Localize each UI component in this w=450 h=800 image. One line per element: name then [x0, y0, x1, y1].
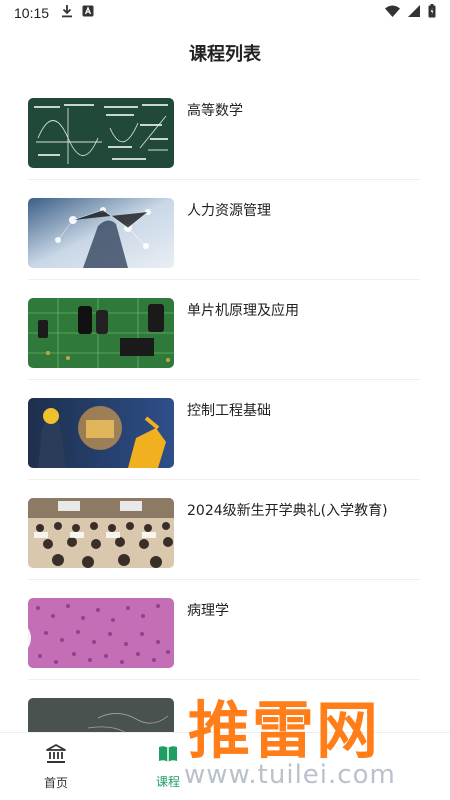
app-header: 课程列表: [0, 26, 450, 80]
tab-courses-label: 课程: [155, 774, 180, 789]
course-thumbnail: [28, 498, 174, 568]
course-thumbnail: [28, 598, 174, 668]
course-title: 病理学: [187, 603, 229, 619]
bottom-tab-bar: 首页 课程: [0, 732, 450, 800]
font-icon: [82, 5, 94, 21]
tab-home[interactable]: 首页: [0, 733, 112, 800]
course-thumbnail: [28, 298, 174, 368]
course-item[interactable]: 高等数学: [28, 80, 420, 180]
course-thumbnail: [28, 198, 174, 268]
course-item[interactable]: 人力资源管理: [28, 180, 420, 280]
bank-icon: [45, 743, 67, 768]
course-list[interactable]: 高等数学 人力资源管理 单片机原理及应用 控制工程基础 2024级新生开学典礼(…: [0, 80, 450, 732]
course-title: 人力资源管理: [187, 203, 271, 219]
course-item[interactable]: [28, 680, 420, 732]
signal-icon: [408, 5, 420, 21]
download-icon: [61, 4, 73, 22]
book-icon: [158, 745, 178, 767]
course-title: 高等数学: [187, 103, 243, 119]
status-time: 10:15: [14, 5, 50, 21]
course-thumbnail: [28, 398, 174, 468]
tab-courses[interactable]: 课程: [112, 733, 224, 800]
status-bar: 10:15: [0, 0, 450, 26]
course-thumbnail: [28, 98, 174, 168]
course-title: 单片机原理及应用: [187, 303, 299, 319]
wifi-icon: [385, 5, 400, 21]
battery-icon: [428, 4, 436, 22]
course-title: 控制工程基础: [187, 403, 271, 419]
course-item[interactable]: 单片机原理及应用: [28, 280, 420, 380]
tab-home-label: 首页: [43, 775, 68, 790]
course-item[interactable]: 2024级新生开学典礼(入学教育): [28, 480, 420, 580]
course-thumbnail: [28, 698, 174, 732]
course-item[interactable]: 控制工程基础: [28, 380, 420, 480]
course-item[interactable]: 病理学: [28, 580, 420, 680]
course-title: 2024级新生开学典礼(入学教育): [187, 503, 388, 519]
page-title: 课程列表: [189, 44, 261, 65]
